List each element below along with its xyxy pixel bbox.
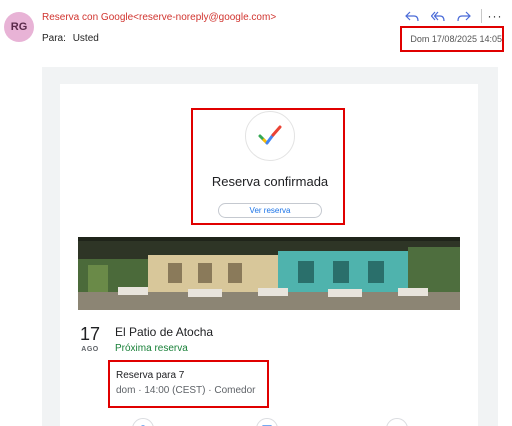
- recipient-value[interactable]: Usted: [73, 33, 99, 44]
- date-highlight: [400, 26, 504, 52]
- restaurant-photo: [78, 237, 460, 310]
- sender-avatar[interactable]: RG: [4, 12, 34, 42]
- recipient-label: Para:: [42, 33, 66, 44]
- message-actions: ···: [397, 8, 502, 24]
- reply-all-icon[interactable]: [427, 8, 449, 24]
- more-options-icon[interactable]: ···: [488, 8, 502, 24]
- confirmation-highlight: [191, 108, 345, 225]
- reply-icon[interactable]: [401, 8, 423, 24]
- venue-name: El Patio de Atocha: [115, 325, 214, 339]
- sender-name[interactable]: Reserva con Google<reserve-noreply@googl…: [42, 12, 276, 23]
- reservation-highlight: [108, 360, 269, 408]
- recipient-line: Para: Usted: [42, 33, 99, 44]
- reservation-day: 17: [79, 324, 101, 344]
- action-separator: [481, 9, 482, 23]
- reservation-status: Próxima reserva: [115, 343, 188, 354]
- forward-icon[interactable]: [453, 8, 475, 24]
- reservation-month: AGO: [81, 346, 99, 353]
